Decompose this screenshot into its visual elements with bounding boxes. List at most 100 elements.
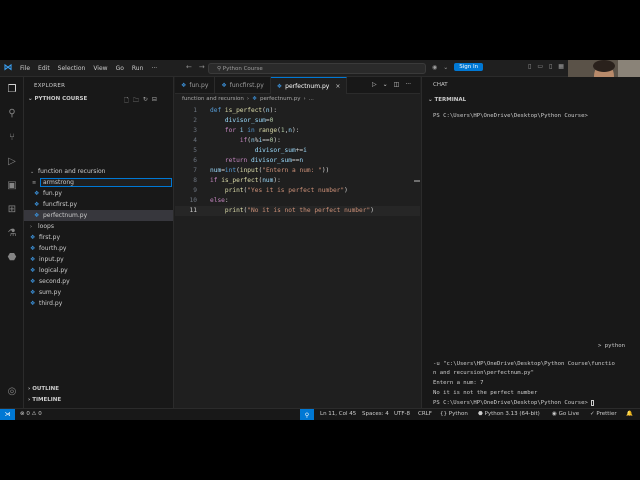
tree-new-file-editor[interactable]: ≡ armstrong xyxy=(24,177,173,188)
encoding[interactable]: UTF-8 xyxy=(394,411,410,417)
code-line[interactable]: 9 print("Yes it is perfect number") xyxy=(175,186,420,196)
workspace-section-header[interactable]: ⌄ PYTHON COURSE xyxy=(28,96,87,102)
timeline-section-header[interactable]: › TIMELINE xyxy=(28,397,61,403)
tree-file-first[interactable]: ❖ first.py xyxy=(24,232,173,243)
explorer-icon[interactable]: ❐ xyxy=(4,81,20,97)
go-live-button[interactable]: ◉ Go Live xyxy=(552,411,579,417)
run-python-file-icon[interactable]: ▷ xyxy=(372,81,377,88)
search-icon[interactable]: ⚲ xyxy=(4,105,20,121)
chevron-down-icon[interactable]: ⌄ xyxy=(443,64,448,71)
toggle-secondary-sidebar-icon[interactable]: ▯ xyxy=(549,63,552,70)
terminal-line: n and recursion\perfectnum.py" xyxy=(433,370,535,376)
tree-file-input[interactable]: ❖ input.py xyxy=(24,254,173,265)
code-line[interactable]: 1 def is_perfect(n): xyxy=(175,106,420,116)
code-token: print xyxy=(224,187,244,194)
menu-go[interactable]: Go xyxy=(112,65,128,72)
tree-file-sum[interactable]: ❖ sum.py xyxy=(24,287,173,298)
code-token: divisor_sum xyxy=(254,147,296,154)
outline-section-header[interactable]: › OUTLINE xyxy=(28,386,59,392)
breadcrumb-folder[interactable]: function and recursion xyxy=(182,96,244,102)
source-control-icon[interactable]: ⑂ xyxy=(4,129,20,145)
terminal-prompt-line[interactable]: PS C:\Users\HP\OneDrive\Desktop\Python C… xyxy=(433,399,595,408)
code-line[interactable]: 3 for i in range(1,n): xyxy=(175,126,420,136)
breadcrumb-symbol[interactable]: ... xyxy=(309,96,314,102)
tree-file-funcfirst[interactable]: ❖ funcfirst.py xyxy=(24,199,173,210)
account-icon[interactable]: ◎ xyxy=(4,383,20,399)
indentation[interactable]: Spaces: 4 xyxy=(362,411,389,417)
breadcrumb-file[interactable]: perfectnum.py xyxy=(260,96,300,102)
run-debug-icon[interactable]: ▷ xyxy=(4,153,20,169)
tree-file-logical[interactable]: ❖ logical.py xyxy=(24,265,173,276)
new-file-name-value: armstrong xyxy=(43,179,74,186)
remote-explorer-icon[interactable]: ▣ xyxy=(4,177,20,193)
code-line[interactable]: 11 print("No it is not the perfect numbe… xyxy=(175,206,420,216)
code-line[interactable]: 6 return divisor_sum==n xyxy=(175,156,420,166)
tree-file-third[interactable]: ❖ third.py xyxy=(24,298,173,309)
toggle-panel-icon[interactable]: ▭ xyxy=(537,63,543,70)
code-line[interactable]: 7 num=int(input("Entern a num: ")) xyxy=(175,166,420,176)
back-arrow-icon[interactable]: ← xyxy=(186,63,192,71)
chevron-down-icon: ⌄ xyxy=(30,168,35,175)
menu-file[interactable]: File xyxy=(16,65,34,72)
copilot-icon[interactable]: ◉ xyxy=(432,64,437,71)
code-line[interactable]: 2 divisor_sum=0 xyxy=(175,116,420,126)
language-label: Python xyxy=(448,411,468,417)
split-editor-icon[interactable]: ◫ xyxy=(394,81,400,88)
terminal-header[interactable]: ⌄ TERMINAL xyxy=(428,97,466,103)
code-text: if is_perfect(num): xyxy=(210,176,281,186)
line-number: 2 xyxy=(193,117,197,124)
tree-folder-loops[interactable]: › loops xyxy=(24,221,173,232)
tab-fun[interactable]: ❖ fun.py xyxy=(175,77,216,94)
code-editor[interactable]: 1 def is_perfect(n): 2 divisor_sum=0 3 for … xyxy=(175,106,420,216)
chat-header[interactable]: CHAT xyxy=(433,82,448,88)
new-file-name-input[interactable]: armstrong xyxy=(40,178,172,187)
notifications-bell-icon[interactable]: 🔔 xyxy=(626,411,633,417)
code-line[interactable]: 8 if is_perfect(num): xyxy=(175,176,420,186)
code-text: else: xyxy=(210,196,229,206)
tree-file-fourth[interactable]: ❖ fourth.py xyxy=(24,243,173,254)
layout-controls: ▯ ▭ ▯ ▦ xyxy=(528,63,564,70)
remote-indicator-icon[interactable]: ⋊ xyxy=(0,408,15,420)
new-file-icon[interactable]: 🗋 xyxy=(124,96,129,106)
python-icon[interactable]: ⬣ xyxy=(4,249,20,265)
menu-view[interactable]: View xyxy=(89,65,111,72)
tab-funcfirst[interactable]: ❖ funcfirst.py xyxy=(215,77,271,94)
collapse-all-icon[interactable]: ⊟ xyxy=(152,96,157,106)
end-of-line[interactable]: CRLF xyxy=(418,411,432,417)
code-line[interactable]: 10 else: xyxy=(175,196,420,206)
customize-layout-icon[interactable]: ▦ xyxy=(558,63,564,70)
close-icon[interactable]: × xyxy=(335,83,340,90)
command-center[interactable]: ⚲ Python Course xyxy=(208,63,426,74)
code-line[interactable]: 5 divisor_sum+=i xyxy=(175,146,420,156)
interpreter-selector[interactable]: ⬣ Python 3.13 (64-bit) xyxy=(478,411,540,417)
more-actions-icon[interactable]: ··· xyxy=(405,81,411,88)
forward-arrow-icon[interactable]: → xyxy=(199,63,205,71)
tree-file-perfectnum[interactable]: ❖ perfectnum.py xyxy=(24,210,173,221)
code-token: : xyxy=(224,197,229,204)
menu-edit[interactable]: Edit xyxy=(34,65,54,72)
breadcrumb-separator: › xyxy=(246,96,250,102)
zoom-icon[interactable]: ⚲ xyxy=(300,409,314,420)
new-folder-icon[interactable]: 🗀 xyxy=(133,96,139,106)
extensions-icon[interactable]: ⊞ xyxy=(4,201,20,217)
line-number: 3 xyxy=(193,127,197,134)
tree-file-fun[interactable]: ❖ fun.py xyxy=(24,188,173,199)
refresh-icon[interactable]: ↻ xyxy=(143,96,148,106)
problems-indicator[interactable]: ⊗ 0 ⚠ 0 xyxy=(20,411,42,417)
tab-perfectnum[interactable]: ❖ perfectnum.py × xyxy=(270,77,348,94)
sign-in-button[interactable]: Sign In xyxy=(454,63,484,71)
tree-folder-function-and-recursion[interactable]: ⌄ function and recursion xyxy=(24,166,173,177)
tree-file-second[interactable]: ❖ second.py xyxy=(24,276,173,287)
menu-selection[interactable]: Selection xyxy=(54,65,90,72)
prettier-status[interactable]: ✓ Prettier xyxy=(590,411,617,417)
chevron-down-icon[interactable]: ⌄ xyxy=(383,81,388,88)
testing-icon[interactable]: ⚗ xyxy=(4,225,20,241)
menu-more[interactable]: ··· xyxy=(147,65,161,72)
toggle-sidebar-icon[interactable]: ▯ xyxy=(528,63,531,70)
explorer-sidebar: EXPLORER ⌄ PYTHON COURSE 🗋 🗀 ↻ ⊟ ⌄ funct… xyxy=(24,77,174,408)
cursor-position[interactable]: Ln 11, Col 45 xyxy=(320,411,356,417)
menu-run[interactable]: Run xyxy=(128,65,148,72)
language-mode[interactable]: {} Python xyxy=(440,411,468,417)
file-icon: ≡ xyxy=(32,179,37,186)
code-line[interactable]: 4 if(n%i==0): xyxy=(175,136,420,146)
